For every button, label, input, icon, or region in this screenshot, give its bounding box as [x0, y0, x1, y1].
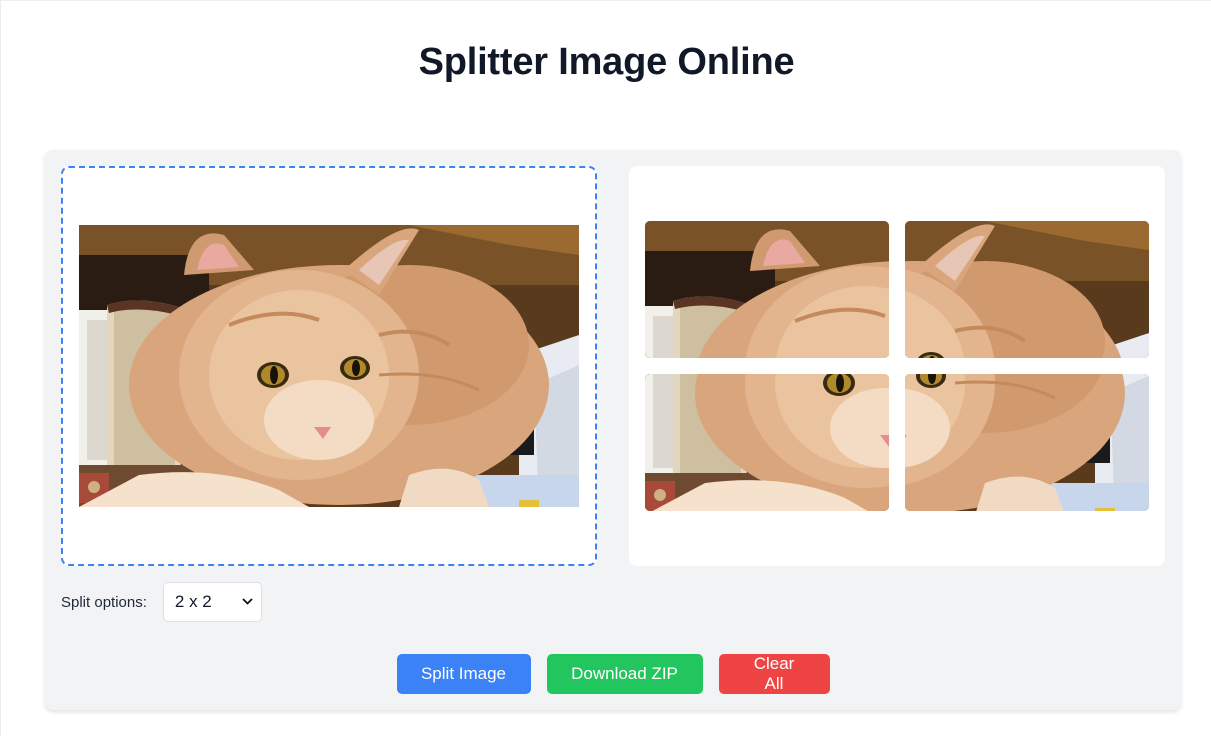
split-options-value: 2 x 2 [174, 592, 212, 611]
source-image [79, 225, 579, 507]
split-preview [629, 166, 1165, 566]
splitter-panel: Split options: 2 x 2 Split Image Downloa… [45, 150, 1181, 710]
split-options-label: Split options: [61, 593, 147, 611]
tile-grid [645, 221, 1149, 511]
tile-1-1 [645, 221, 889, 358]
split-options-row: Split options: 2 x 2 [61, 582, 262, 622]
page: Splitter Image Online Split options: 2 x… [0, 0, 1211, 736]
split-image-button[interactable]: Split Image [396, 654, 531, 694]
tile-2-2 [905, 374, 1149, 511]
clear-all-button[interactable]: Clear All [718, 654, 830, 694]
page-title: Splitter Image Online [418, 41, 795, 83]
image-dropzone[interactable] [61, 166, 597, 566]
tile-2-1 [645, 374, 889, 511]
tile-1-2 [905, 221, 1149, 358]
action-buttons: Split Image Download ZIP Clear All [45, 654, 1181, 694]
download-zip-button[interactable]: Download ZIP [546, 654, 703, 694]
chevron-down-icon [242, 597, 253, 608]
split-options-select[interactable]: 2 x 2 [162, 582, 262, 622]
